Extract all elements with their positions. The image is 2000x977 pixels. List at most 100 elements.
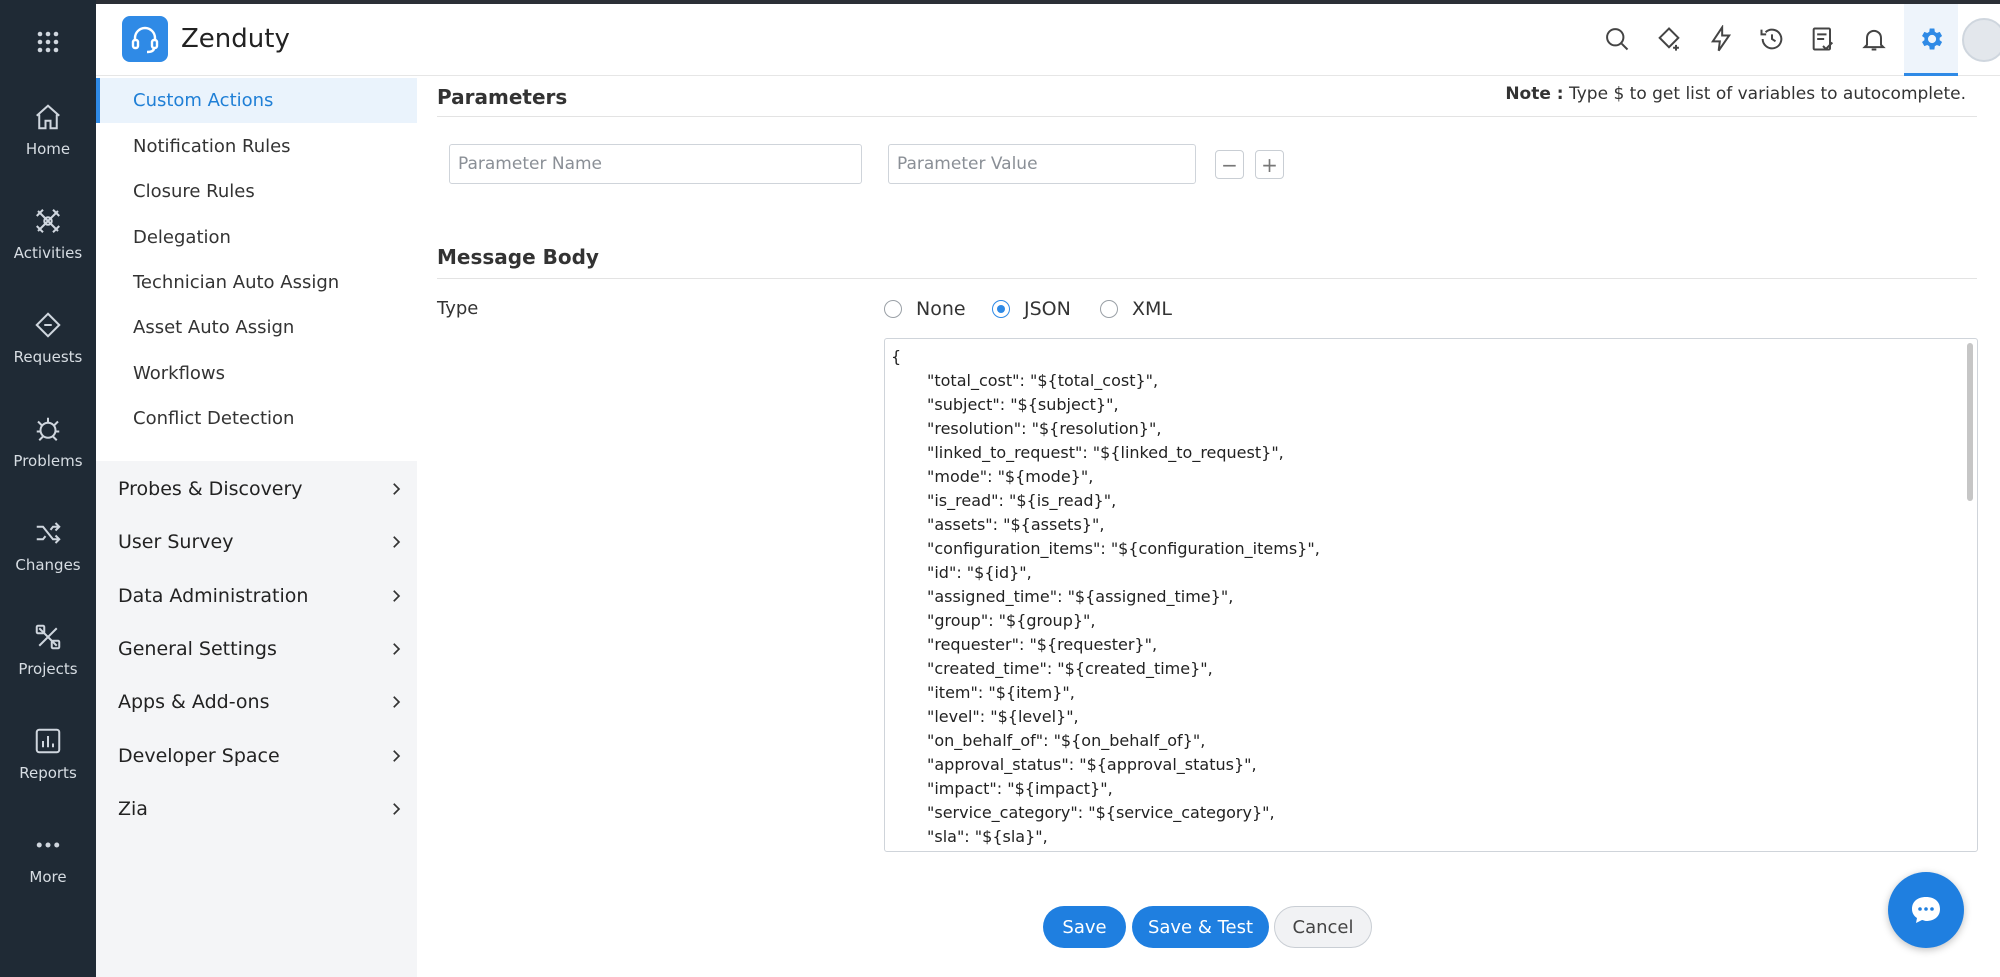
- brand-name: Zenduty: [181, 24, 290, 54]
- tag-sparkle-icon[interactable]: [1652, 22, 1686, 56]
- divider: [437, 116, 1977, 117]
- code-line: {: [891, 347, 902, 366]
- section-probes-discovery[interactable]: Probes & Discovery: [96, 462, 417, 515]
- section-label: Data Administration: [118, 584, 309, 607]
- more-icon: [36, 842, 60, 848]
- rail-item-changes[interactable]: Changes: [0, 501, 96, 591]
- sidebar-item-closure-rules[interactable]: Closure Rules: [96, 169, 417, 214]
- parameter-name-input[interactable]: [449, 144, 862, 184]
- radio-label: JSON: [1024, 298, 1071, 320]
- parameter-value-input[interactable]: [888, 144, 1196, 184]
- rail-label: Home: [25, 140, 71, 158]
- chevron-right-icon: [393, 695, 401, 708]
- gear-icon[interactable]: [1904, 4, 1958, 76]
- code-line: "mode": "${mode}",: [927, 467, 1094, 486]
- type-option-none[interactable]: None: [884, 298, 966, 320]
- section-developer-space[interactable]: Developer Space: [96, 729, 417, 782]
- sidebar-item-label: Technician Auto Assign: [133, 272, 340, 293]
- sidebar-item-label: Closure Rules: [133, 181, 255, 202]
- code-line: "sla": "${sla}",: [927, 827, 1048, 846]
- rail-item-home[interactable]: Home: [0, 85, 96, 175]
- sidebar-item-notification-rules[interactable]: Notification Rules: [96, 124, 417, 169]
- parameters-title: Parameters: [437, 85, 568, 109]
- section-general-settings[interactable]: General Settings: [96, 622, 417, 675]
- search-icon[interactable]: [1600, 22, 1634, 56]
- code-line: "linked_to_request": "${linked_to_reques…: [927, 443, 1284, 462]
- section-user-survey[interactable]: User Survey: [96, 515, 417, 568]
- section-data-administration[interactable]: Data Administration: [96, 569, 417, 622]
- plus-icon: +: [1261, 152, 1278, 177]
- add-parameter-button[interactable]: +: [1255, 150, 1284, 179]
- rail-item-requests[interactable]: Requests: [0, 293, 96, 383]
- rail-label: Reports: [19, 764, 77, 782]
- sidebar-item-delegation[interactable]: Delegation: [96, 215, 417, 260]
- rail-item-reports[interactable]: Reports: [0, 709, 96, 799]
- rail-item-more[interactable]: More: [0, 813, 96, 903]
- autocomplete-note: Note : Type $ to get list of variables t…: [1505, 84, 1966, 104]
- problems-icon: [36, 417, 60, 441]
- chevron-right-icon: [393, 589, 401, 602]
- code-line: "assigned_time": "${assigned_time}",: [927, 587, 1234, 606]
- sidebar-item-asset-auto-assign[interactable]: Asset Auto Assign: [96, 305, 417, 350]
- left-rail: Home Activities Requests Problems Change…: [0, 0, 96, 977]
- rail-item-problems[interactable]: Problems: [0, 397, 96, 487]
- sidebar-item-label: Conflict Detection: [133, 408, 295, 429]
- rail-label: Projects: [18, 660, 78, 678]
- avatar[interactable]: [1962, 18, 2000, 62]
- save-button[interactable]: Save: [1043, 906, 1126, 948]
- save-and-test-button[interactable]: Save & Test: [1132, 906, 1269, 948]
- checklist-icon[interactable]: [1806, 22, 1840, 56]
- code-line: "assets": "${assets}",: [927, 515, 1105, 534]
- section-label: Probes & Discovery: [118, 477, 303, 500]
- rail-label: More: [29, 868, 67, 886]
- type-option-json[interactable]: JSON: [992, 298, 1071, 320]
- code-line: "is_read": "${is_read}",: [927, 491, 1117, 510]
- chevron-right-icon: [393, 535, 401, 548]
- message-body-editor[interactable]: { "total_cost": "${total_cost}", "subject"…: [884, 338, 1978, 852]
- remove-parameter-button[interactable]: −: [1215, 150, 1244, 179]
- radio-label: XML: [1132, 298, 1172, 320]
- chevron-right-icon: [393, 749, 401, 762]
- zenduty-logo[interactable]: [122, 16, 168, 62]
- settings-sidebar: Custom Actions Notification Rules Closur…: [96, 76, 417, 977]
- app-grid-icon[interactable]: [0, 22, 96, 62]
- bell-icon[interactable]: [1857, 22, 1891, 56]
- section-apps-addons[interactable]: Apps & Add-ons: [96, 675, 417, 728]
- code-line: "on_behalf_of": "${on_behalf_of}",: [927, 731, 1206, 750]
- rail-item-projects[interactable]: Projects: [0, 605, 96, 695]
- cancel-button[interactable]: Cancel: [1274, 906, 1372, 948]
- section-zia[interactable]: Zia: [96, 782, 417, 835]
- section-label: Developer Space: [118, 744, 280, 767]
- code-line: "approval_status": "${approval_status}",: [927, 755, 1257, 774]
- code-line: "service_category": "${service_category}…: [927, 803, 1275, 822]
- chat-button[interactable]: [1888, 872, 1964, 948]
- changes-icon: [36, 522, 61, 544]
- code-line: "total_cost": "${total_cost}",: [927, 371, 1159, 390]
- sidebar-item-label: Notification Rules: [133, 136, 291, 157]
- section-label: General Settings: [118, 637, 277, 660]
- type-option-xml[interactable]: XML: [1100, 298, 1172, 320]
- code-line: "item": "${item}",: [927, 683, 1075, 702]
- sidebar-item-technician-auto-assign[interactable]: Technician Auto Assign: [96, 260, 417, 305]
- radio-icon: [884, 300, 902, 318]
- rail-item-activities[interactable]: Activities: [0, 189, 96, 279]
- editor-scrollbar[interactable]: [1967, 343, 1973, 501]
- section-label: Zia: [118, 797, 148, 820]
- code-line: "level": "${level}",: [927, 707, 1079, 726]
- message-body-title: Message Body: [437, 245, 599, 269]
- sidebar-item-custom-actions[interactable]: Custom Actions: [96, 78, 417, 123]
- code-line: "subject": "${subject}",: [927, 395, 1119, 414]
- activities-icon: [36, 209, 60, 233]
- type-label: Type: [437, 298, 479, 319]
- sub-nav: Custom Actions Notification Rules Closur…: [96, 76, 417, 461]
- radio-checked-icon: [992, 300, 1010, 318]
- sidebar-item-conflict-detection[interactable]: Conflict Detection: [96, 396, 417, 441]
- sidebar-item-label: Workflows: [133, 363, 226, 384]
- rail-label: Problems: [13, 452, 83, 470]
- history-icon[interactable]: [1755, 22, 1789, 56]
- lightning-icon[interactable]: [1704, 22, 1738, 56]
- sidebar-item-workflows[interactable]: Workflows: [96, 351, 417, 396]
- chevron-right-icon: [393, 802, 401, 815]
- message-body-text[interactable]: { "total_cost": "${total_cost}", "subject"…: [885, 339, 1977, 849]
- code-line: "resolution": "${resolution}",: [927, 419, 1162, 438]
